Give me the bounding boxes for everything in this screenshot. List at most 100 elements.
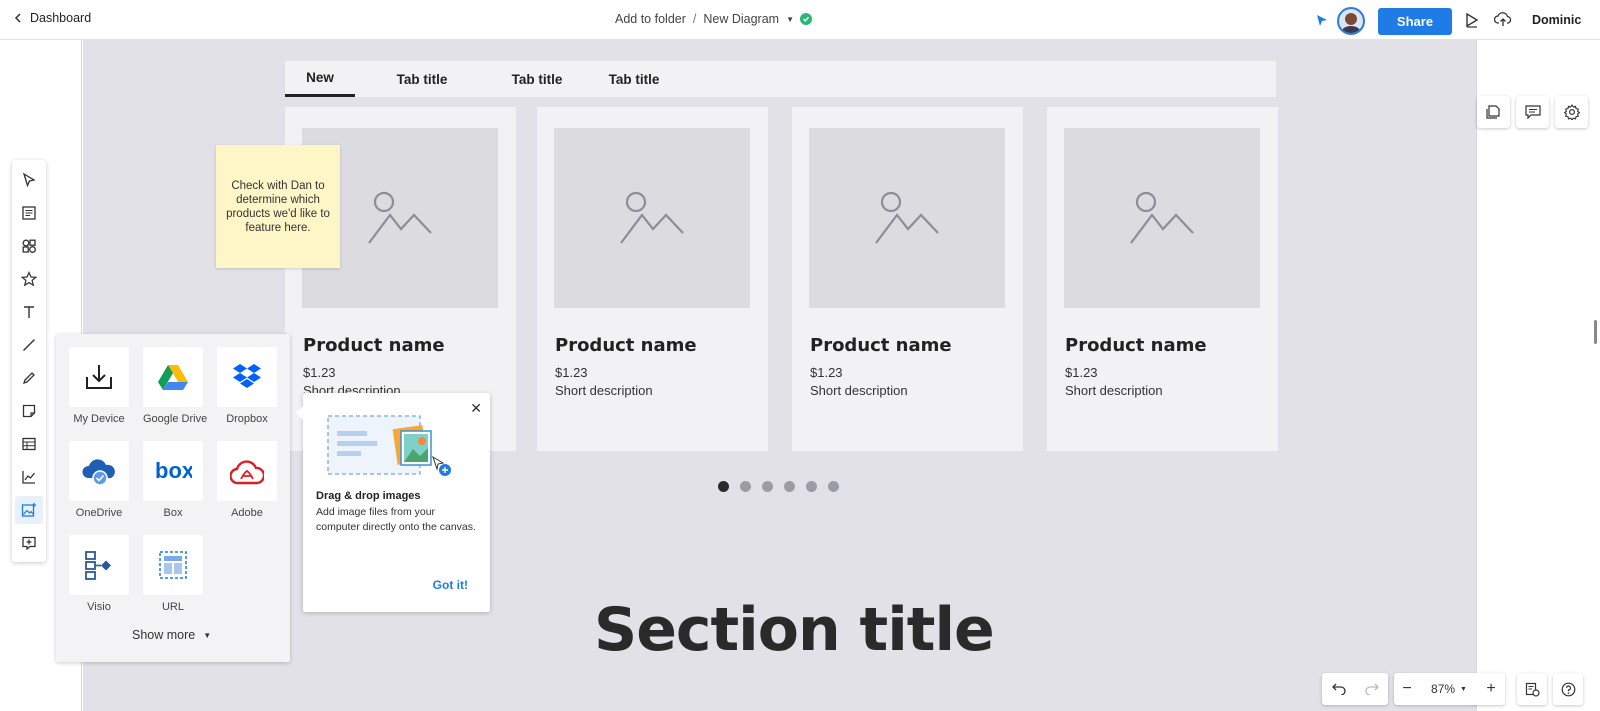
embed-tool[interactable] (15, 529, 43, 557)
saved-check-icon (800, 13, 813, 25)
add-to-folder-link[interactable]: Add to folder (615, 12, 686, 26)
product-name: Product name (555, 335, 697, 356)
image-icon (368, 191, 432, 244)
source-my-device[interactable]: My Device (69, 347, 129, 425)
shapes-tool[interactable] (15, 232, 43, 260)
pointer-icon (22, 172, 36, 188)
comments-button[interactable] (1516, 96, 1549, 128)
tab-title-3[interactable]: Tab title (585, 61, 683, 97)
pages-icon (1485, 105, 1500, 119)
product-price: $1.23 (555, 365, 588, 380)
undo-button[interactable] (1322, 673, 1355, 705)
templates-tool[interactable] (15, 199, 43, 227)
redo-button[interactable] (1355, 673, 1388, 705)
chevron-down-icon[interactable]: ▼ (786, 15, 794, 24)
back-label: Dashboard (30, 11, 92, 25)
line-tool[interactable] (15, 331, 43, 359)
shapes-icon (22, 239, 36, 253)
source-label: Box (163, 507, 183, 519)
source-box[interactable]: box Box (143, 441, 203, 519)
carousel-dot[interactable] (828, 481, 839, 492)
source-visio[interactable]: Visio (69, 535, 129, 613)
gear-icon (1563, 104, 1580, 120)
tab-title-2[interactable]: Tab title (489, 61, 585, 97)
zoom-select[interactable]: 87% ▼ (1420, 682, 1478, 696)
section-title[interactable]: Section title (594, 595, 995, 665)
back-to-dashboard-link[interactable]: Dashboard (14, 11, 91, 25)
carousel-dot[interactable] (718, 481, 729, 492)
pages-button[interactable] (1477, 96, 1510, 128)
adobe-icon[interactable] (217, 441, 277, 501)
source-google-drive[interactable]: Google Drive (143, 347, 207, 425)
carousel-dot[interactable] (762, 481, 773, 492)
image-import-tool[interactable] (15, 496, 43, 524)
tab-title-1[interactable]: Tab title (355, 61, 489, 97)
carousel-dot[interactable] (740, 481, 751, 492)
chart-tool[interactable] (15, 463, 43, 491)
select-tool[interactable] (15, 166, 43, 194)
cloud-upload-icon[interactable] (1493, 11, 1512, 32)
help-icon (1561, 682, 1575, 696)
product-card[interactable]: Product name $1.23 Short description (792, 107, 1023, 451)
caret-down-icon: ▼ (203, 630, 212, 640)
close-icon[interactable]: ✕ (470, 400, 482, 417)
comment-icon (1524, 105, 1541, 119)
product-card[interactable]: Product name $1.23 Short description (1047, 107, 1278, 451)
zoom-out-button[interactable]: − (1394, 673, 1420, 705)
embed-plus-icon (22, 536, 36, 551)
pen-tool[interactable] (15, 364, 43, 392)
show-more-button[interactable]: Show more ▼ (132, 628, 211, 642)
zoom-value: 87% (1431, 682, 1456, 696)
source-adobe[interactable]: Adobe (217, 441, 277, 519)
carousel-dot[interactable] (806, 481, 817, 492)
product-description: Short description (810, 383, 908, 398)
source-label: URL (161, 601, 184, 613)
download-icon[interactable] (69, 347, 129, 407)
url-icon[interactable] (143, 535, 203, 595)
visio-icon[interactable] (69, 535, 129, 595)
present-play-icon[interactable] (1464, 12, 1480, 33)
help-button[interactable] (1553, 673, 1583, 705)
drag-drop-tooltip: ✕ Drag & drop images Add image files fro… (296, 393, 490, 612)
redo-icon (1364, 683, 1379, 695)
user-name[interactable]: Dominic (1532, 13, 1581, 27)
product-name: Product name (303, 335, 445, 356)
google-drive-icon[interactable] (143, 347, 203, 407)
chart-icon (22, 470, 36, 484)
product-price: $1.23 (303, 365, 336, 380)
breadcrumb-separator: / (692, 12, 697, 26)
text-tool[interactable] (15, 298, 43, 326)
data-panel-button[interactable] (1517, 673, 1547, 705)
product-card[interactable]: Product name $1.23 Short description (537, 107, 768, 451)
product-description: Short description (555, 383, 653, 398)
got-it-button[interactable]: Got it! (433, 578, 468, 592)
image-icon (620, 191, 684, 244)
favorites-tool[interactable] (15, 265, 43, 293)
carousel-dot[interactable] (784, 481, 795, 492)
scrollbar[interactable] (1594, 320, 1597, 344)
settings-button[interactable] (1555, 96, 1588, 128)
tab-bar: New Tab title Tab title Tab title (285, 61, 1276, 97)
table-tool[interactable] (15, 430, 43, 458)
avatar[interactable] (1337, 7, 1365, 35)
source-label: Visio (87, 601, 111, 613)
zoom-controls: − 87% ▼ + (1394, 673, 1505, 705)
sticky-note-tool[interactable] (15, 397, 43, 425)
data-linking-control (1517, 673, 1547, 705)
dropbox-icon[interactable] (217, 347, 277, 407)
sticky-note-icon (22, 404, 36, 417)
tab-new[interactable]: New (285, 61, 355, 97)
history-controls (1322, 673, 1388, 705)
share-button[interactable]: Share (1378, 8, 1452, 35)
help-control (1553, 673, 1583, 705)
onedrive-icon[interactable] (69, 441, 129, 501)
box-icon[interactable]: box (143, 441, 203, 501)
sticky-note[interactable]: Check with Dan to determine which produc… (216, 145, 340, 268)
source-url[interactable]: URL (143, 535, 203, 613)
tooltip-title: Drag & drop images (316, 490, 421, 502)
document-title[interactable]: New Diagram (703, 12, 779, 26)
source-onedrive[interactable]: OneDrive (69, 441, 129, 519)
source-dropbox[interactable]: Dropbox (217, 347, 277, 425)
zoom-in-button[interactable]: + (1478, 673, 1504, 705)
source-label: OneDrive (75, 507, 123, 519)
